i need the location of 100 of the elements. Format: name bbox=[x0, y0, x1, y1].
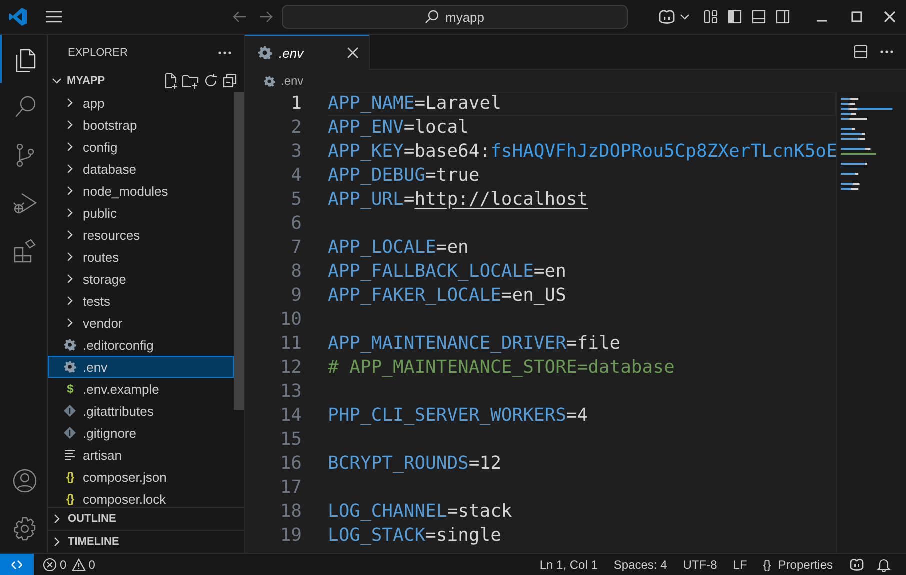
line-number: 9 bbox=[290, 284, 302, 308]
line-number: 4 bbox=[290, 164, 302, 188]
line-number: 19 bbox=[279, 524, 302, 548]
menu-icon[interactable] bbox=[45, 10, 63, 24]
split-editor-icon[interactable] bbox=[854, 45, 868, 59]
status-item[interactable]: UTF-8 bbox=[678, 554, 722, 575]
editor-tab[interactable]: .env bbox=[245, 35, 370, 70]
code-line: LOG_STACK=single bbox=[328, 525, 502, 546]
toggle-panel-icon[interactable] bbox=[752, 10, 766, 24]
code-line: # APP_MAINTENANCE_STORE=database bbox=[328, 357, 675, 378]
code-line: APP_LOCALE=en bbox=[328, 237, 469, 258]
forward-arrow-icon[interactable] bbox=[259, 11, 273, 23]
section-header[interactable]: OUTLINE bbox=[48, 507, 244, 530]
remote-icon bbox=[11, 558, 23, 570]
gear-icon bbox=[63, 359, 77, 375]
file-tree-item[interactable]: tests bbox=[48, 290, 234, 312]
close-icon[interactable] bbox=[884, 11, 896, 23]
toggle-sidebar-icon[interactable] bbox=[728, 10, 742, 24]
status-item[interactable]: Spaces: 4 bbox=[608, 554, 672, 575]
file-tree-item[interactable]: routes bbox=[48, 246, 234, 268]
refresh-icon[interactable] bbox=[203, 73, 219, 89]
code-line: APP_ENV=local bbox=[328, 117, 469, 138]
sidebar-title: EXPLORER bbox=[68, 46, 129, 58]
file-tree-item[interactable]: database bbox=[48, 158, 234, 180]
file-tree-item[interactable]: app bbox=[48, 92, 234, 114]
code-line: APP_DEBUG=true bbox=[328, 165, 480, 186]
code-line: APP_URL=http://localhost bbox=[328, 189, 588, 210]
code-line: APP_FALLBACK_LOCALE=en bbox=[328, 261, 566, 282]
file-tree-item[interactable]: artisan bbox=[48, 444, 234, 466]
gear-icon bbox=[263, 74, 276, 88]
line-number: 15 bbox=[279, 428, 302, 452]
line-number: 5 bbox=[290, 188, 302, 212]
code-line: APP_FAKER_LOCALE=en_US bbox=[328, 285, 566, 306]
chevron-down-icon[interactable] bbox=[680, 14, 690, 20]
extensions-icon[interactable] bbox=[12, 238, 38, 264]
file-tree-item[interactable]: node_modules bbox=[48, 180, 234, 202]
account-icon[interactable] bbox=[12, 468, 38, 494]
maximize-icon[interactable] bbox=[851, 11, 863, 23]
line-number: 18 bbox=[279, 500, 302, 524]
file-tree-item[interactable]: .gitattributes bbox=[48, 400, 234, 422]
robot-icon[interactable] bbox=[849, 558, 865, 572]
code-line: LOG_CHANNEL=stack bbox=[328, 501, 512, 522]
warning-icon bbox=[72, 558, 86, 572]
file-tree-item[interactable]: config bbox=[48, 136, 234, 158]
search-field[interactable]: myapp bbox=[282, 5, 628, 29]
line-number: 11 bbox=[279, 332, 302, 356]
code-line: PHP_CLI_SERVER_WORKERS=4 bbox=[328, 405, 588, 426]
remote-button[interactable] bbox=[0, 554, 34, 575]
line-number: 1 bbox=[290, 92, 302, 116]
folder-name[interactable]: MYAPP bbox=[67, 75, 160, 87]
file-tree-item[interactable]: bootstrap bbox=[48, 114, 234, 136]
bell-icon[interactable] bbox=[877, 558, 891, 572]
robot-icon[interactable] bbox=[658, 9, 676, 25]
line-number: 13 bbox=[279, 380, 302, 404]
file-tree-item[interactable]: {} composer.json bbox=[48, 466, 234, 488]
line-number: 8 bbox=[290, 260, 302, 284]
file-tree-item[interactable]: public bbox=[48, 202, 234, 224]
more-icon[interactable] bbox=[880, 50, 894, 54]
toggle-secondary-sidebar-icon[interactable] bbox=[776, 10, 790, 24]
file-type-icon: $ bbox=[63, 382, 77, 396]
file-tree-item[interactable]: resources bbox=[48, 224, 234, 246]
file-tree-item[interactable]: $ .env.example bbox=[48, 378, 234, 400]
app-logo-icon bbox=[8, 7, 28, 27]
file-tree-item[interactable]: {} composer.lock bbox=[48, 488, 234, 507]
status-item[interactable]: LF bbox=[728, 554, 752, 575]
file-tree-item[interactable]: storage bbox=[48, 268, 234, 290]
gear-icon bbox=[63, 337, 77, 353]
status-item[interactable]: Ln 1, Col 1 bbox=[534, 554, 603, 575]
customize-layout-icon[interactable] bbox=[704, 10, 718, 24]
more-icon[interactable] bbox=[218, 50, 232, 54]
scrollbar[interactable] bbox=[234, 92, 244, 410]
new-file-icon[interactable] bbox=[163, 73, 179, 89]
new-folder-icon[interactable] bbox=[182, 73, 200, 89]
collapse-all-icon[interactable] bbox=[222, 73, 238, 89]
line-number: 14 bbox=[279, 404, 302, 428]
file-type-icon: {} bbox=[63, 470, 77, 484]
line-number: 16 bbox=[279, 452, 302, 476]
back-arrow-icon[interactable] bbox=[233, 11, 247, 23]
code-line: BCRYPT_ROUNDS=12 bbox=[328, 453, 502, 474]
diamond-icon bbox=[63, 426, 77, 440]
line-number: 17 bbox=[279, 476, 302, 500]
gear-icon bbox=[257, 45, 273, 61]
line-number: 10 bbox=[279, 308, 302, 332]
file-tree-item[interactable]: vendor bbox=[48, 312, 234, 334]
code-line: APP_MAINTENANCE_DRIVER=file bbox=[328, 333, 621, 354]
search-icon bbox=[425, 10, 440, 24]
file-tree-item[interactable]: .gitignore bbox=[48, 422, 234, 444]
file-tree-item[interactable]: .env bbox=[48, 356, 234, 378]
code-line: APP_KEY=base64:fsHAQVFhJzDOPRou5Cp8ZXerTLcnK5oE bbox=[328, 141, 838, 162]
error-icon bbox=[43, 558, 57, 572]
file-tree-item[interactable]: .editorconfig bbox=[48, 334, 234, 356]
close-icon[interactable] bbox=[347, 47, 359, 59]
problems-button[interactable]: 0 0 bbox=[38, 554, 100, 575]
line-number: 3 bbox=[290, 140, 302, 164]
settings-icon[interactable] bbox=[12, 516, 38, 542]
language-button[interactable]: {} Properties bbox=[758, 554, 838, 575]
file-type-icon: {} bbox=[63, 492, 77, 506]
text-lines-icon bbox=[64, 450, 76, 460]
breadcrumb-item[interactable]: .env bbox=[281, 74, 304, 88]
line-number: 12 bbox=[279, 356, 302, 380]
